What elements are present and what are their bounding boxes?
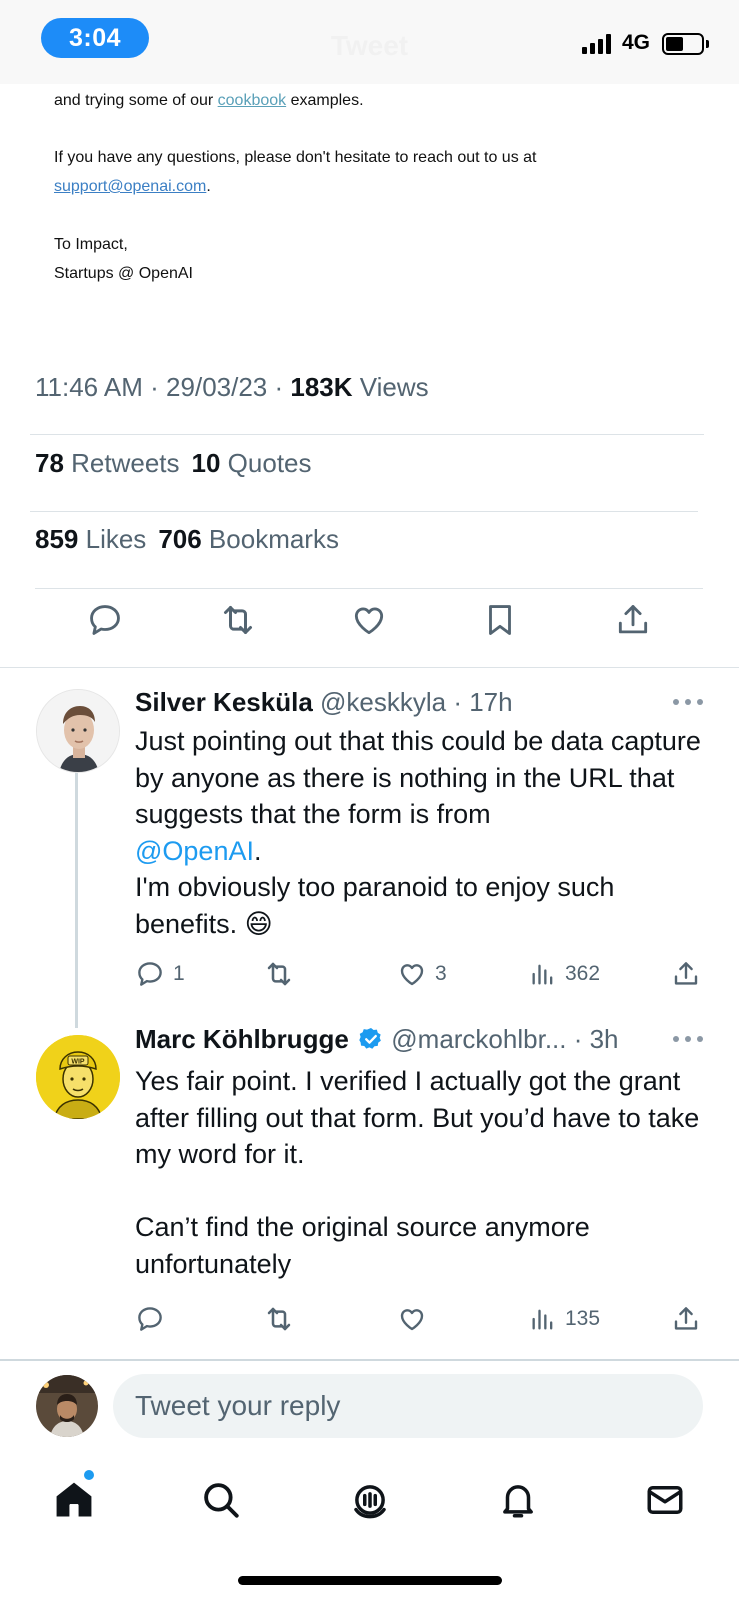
- quotes-stat[interactable]: 10 Quotes: [192, 448, 312, 478]
- nav-messages[interactable]: [637, 1472, 693, 1528]
- author-name[interactable]: Silver Kesküla: [135, 687, 313, 717]
- battery-icon: [662, 33, 704, 55]
- retweet-button[interactable]: [208, 590, 268, 650]
- more-options-button[interactable]: [673, 1034, 703, 1044]
- share-button[interactable]: [671, 956, 701, 992]
- svg-text:WIP: WIP: [71, 1059, 85, 1066]
- reply-button[interactable]: [135, 1301, 173, 1337]
- reply-icon: [138, 1307, 162, 1331]
- tweet-action-bar: [0, 590, 739, 660]
- divider: [0, 667, 739, 668]
- reply-header: Marc Köhlbrugge @marckohlbr... · 3h: [135, 1024, 619, 1055]
- author-handle[interactable]: @marckohlbr... · 3h: [391, 1024, 618, 1054]
- retweet-icon: [267, 962, 291, 986]
- reply-action-bar: 1 3 362: [135, 956, 705, 992]
- views-button[interactable]: 362: [529, 956, 600, 992]
- home-indicator: [238, 1576, 502, 1585]
- views-button[interactable]: 135: [529, 1301, 600, 1337]
- signal-icon: [582, 34, 611, 54]
- likes-bookmarks-stats: 859 Likes 706 Bookmarks: [35, 524, 339, 555]
- share-icon: [674, 1307, 698, 1330]
- retweet-icon: [224, 606, 252, 634]
- share-button[interactable]: [603, 590, 663, 650]
- like-button[interactable]: 3: [397, 956, 447, 992]
- author-name[interactable]: Marc Köhlbrugge: [135, 1024, 349, 1054]
- tweet-timestamp-views: 11:46 AM · 29/03/23 · 183K Views: [35, 372, 429, 402]
- view-count: 135: [565, 1307, 601, 1330]
- views-icon: [532, 964, 553, 985]
- battery-tip: [706, 40, 709, 48]
- nav-home[interactable]: [46, 1472, 102, 1528]
- compose-divider: [0, 1359, 739, 1361]
- heart-icon: [400, 964, 424, 986]
- bottom-navigation: [0, 1458, 739, 1538]
- like-button[interactable]: [339, 590, 399, 650]
- view-count: 362: [565, 962, 601, 985]
- author-handle[interactable]: @keskkyla · 17h: [313, 687, 513, 717]
- divider: [35, 588, 703, 589]
- nav-notifications[interactable]: [490, 1472, 546, 1528]
- avatar[interactable]: WIP: [36, 1035, 120, 1119]
- nav-spaces[interactable]: [342, 1472, 398, 1528]
- share-icon: [674, 962, 698, 985]
- reply-input[interactable]: Tweet your reply: [113, 1374, 703, 1438]
- heart-icon: [400, 1309, 424, 1331]
- reply-button[interactable]: 1: [135, 956, 185, 992]
- reply-text: Just pointing out that this could be dat…: [135, 726, 701, 939]
- email-line-questions: If you have any questions, please don't …: [54, 149, 537, 166]
- thread-connector: [75, 770, 78, 1028]
- like-button[interactable]: [397, 1301, 435, 1337]
- email-signature: Startups @ OpenAI: [54, 265, 193, 282]
- share-button[interactable]: [671, 1301, 701, 1337]
- share-icon: [618, 605, 648, 634]
- home-icon: [56, 1482, 92, 1517]
- search-icon: [204, 1483, 239, 1518]
- home-notification-dot: [84, 1470, 94, 1480]
- views-icon: [532, 1309, 553, 1330]
- cookbook-link: cookbook: [217, 92, 287, 109]
- retweet-button[interactable]: [263, 1301, 303, 1337]
- mail-icon: [647, 1486, 683, 1514]
- retweets-stat[interactable]: 78 Retweets: [35, 448, 180, 478]
- reply-icon: [138, 962, 162, 986]
- nav-search[interactable]: [193, 1472, 249, 1528]
- divider: [30, 511, 698, 512]
- mention-link[interactable]: @OpenAI: [135, 836, 254, 866]
- retweet-button[interactable]: [263, 956, 303, 992]
- likes-stat[interactable]: 859 Likes: [35, 524, 146, 554]
- status-bar: Tweet 3:04 4G: [0, 0, 739, 84]
- like-count: 3: [435, 962, 447, 985]
- reply-action-bar: 135: [135, 1301, 705, 1337]
- user-avatar[interactable]: [36, 1375, 98, 1437]
- verified-badge-icon: [359, 1027, 381, 1049]
- bookmark-button[interactable]: [470, 590, 530, 650]
- spaces-icon: [354, 1485, 386, 1519]
- reply-count: 1: [173, 962, 185, 985]
- avatar[interactable]: [36, 689, 120, 773]
- views-count: 183K: [290, 372, 353, 402]
- reply-icon: [90, 605, 120, 635]
- reply-button[interactable]: [75, 590, 135, 650]
- status-time[interactable]: 3:04: [41, 18, 149, 58]
- bookmark-icon: [489, 605, 511, 635]
- bell-icon: [503, 1485, 533, 1518]
- more-options-button[interactable]: [673, 697, 703, 707]
- support-email-link: support@openai.com: [54, 178, 207, 195]
- heart-icon: [354, 607, 384, 635]
- email-line-cookbook: and trying some of our cookbook examples…: [54, 92, 364, 109]
- bookmarks-stat[interactable]: 706 Bookmarks: [158, 524, 339, 554]
- reply-text: Yes fair point. I verified I actually go…: [135, 1066, 700, 1279]
- retweet-icon: [267, 1307, 291, 1331]
- email-line-support: support@openai.com.: [54, 178, 211, 195]
- divider: [30, 434, 704, 435]
- retweet-quote-stats: 78 Retweets 10 Quotes: [35, 448, 312, 479]
- network-label: 4G: [622, 31, 651, 54]
- reply-header: Silver Kesküla @keskkyla · 17h: [135, 687, 513, 718]
- email-signoff: To Impact,: [54, 236, 128, 253]
